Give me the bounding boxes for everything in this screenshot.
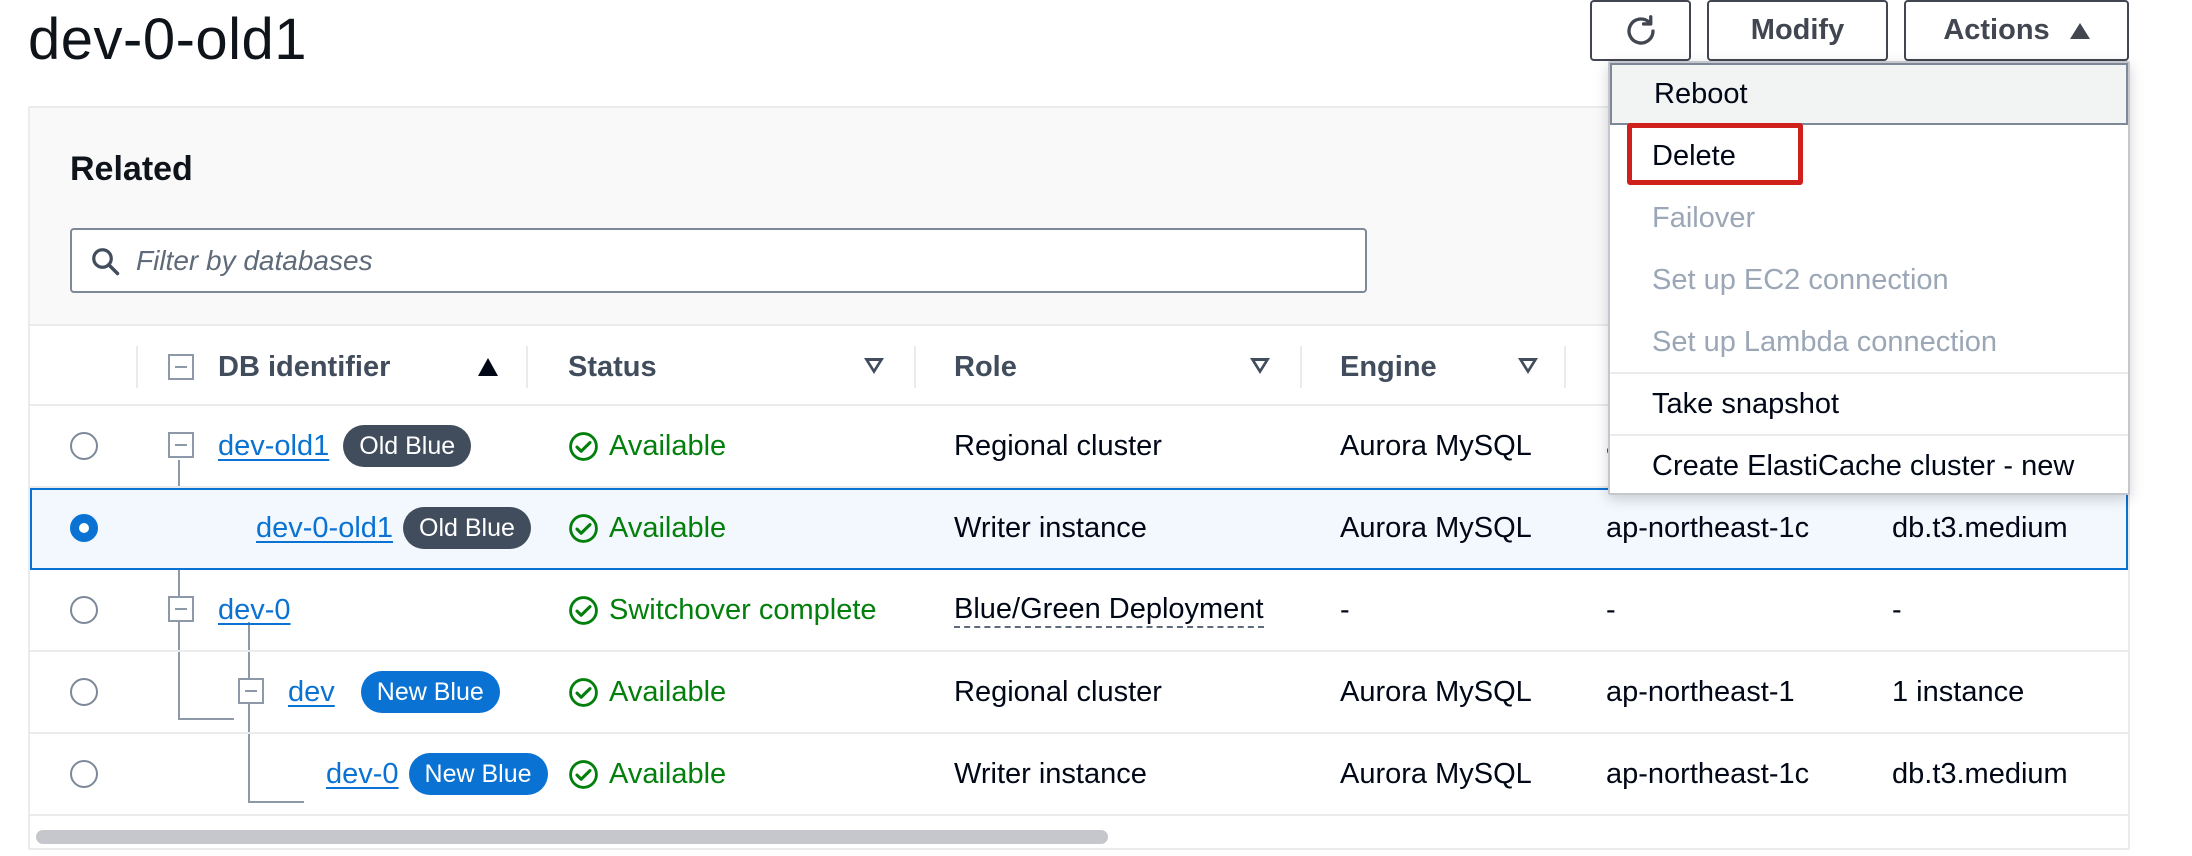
db-identifier-link[interactable]: dev-0 bbox=[218, 594, 291, 627]
delete-highlight-box bbox=[1627, 123, 1803, 185]
status-cell: Available bbox=[568, 652, 726, 732]
size-cell: db.t3.medium bbox=[1892, 757, 2068, 790]
status-text: Available bbox=[609, 429, 727, 462]
row-radio[interactable] bbox=[70, 596, 98, 624]
success-check-icon bbox=[569, 677, 598, 707]
region-cell: ap-northeast-1 bbox=[1606, 675, 1795, 708]
collapse-icon[interactable] bbox=[168, 596, 194, 622]
table-row[interactable]: dev-0 New Blue Available Writer instance… bbox=[30, 734, 2128, 816]
horizontal-scrollbar[interactable] bbox=[30, 826, 2128, 848]
status-badge: Old Blue bbox=[403, 507, 531, 549]
success-check-icon bbox=[569, 513, 598, 543]
region-cell: ap-northeast-1c bbox=[1606, 757, 1810, 790]
role-cell: Writer instance bbox=[954, 511, 1147, 544]
db-identifier-link[interactable]: dev-0-old1 bbox=[256, 512, 393, 545]
role-cell: Blue/Green Deployment bbox=[954, 570, 1264, 650]
collapse-all-icon[interactable] bbox=[168, 354, 194, 380]
table-row-selected[interactable]: dev-0-old1 Old Blue Available Writer ins… bbox=[30, 488, 2128, 570]
column-engine[interactable]: Engine bbox=[1340, 326, 1437, 408]
success-check-icon bbox=[569, 431, 598, 461]
related-title: Related bbox=[70, 150, 193, 188]
success-check-icon bbox=[569, 595, 598, 625]
column-db-identifier[interactable]: DB identifier bbox=[218, 326, 390, 408]
menu-item-lambda-connection: Set up Lambda connection bbox=[1652, 325, 1998, 358]
status-text: Available bbox=[609, 757, 727, 790]
sort-icon[interactable] bbox=[864, 358, 884, 374]
role-cell: Regional cluster bbox=[954, 675, 1162, 708]
size-cell: db.t3.medium bbox=[1892, 511, 2068, 544]
menu-item-reboot[interactable]: Reboot bbox=[1610, 63, 2128, 125]
size-cell: 1 instance bbox=[1892, 675, 2025, 708]
status-cell: Available bbox=[568, 488, 726, 568]
page-title: dev-0-old1 bbox=[28, 7, 308, 72]
engine-cell: Aurora MySQL bbox=[1340, 511, 1532, 544]
engine-cell: - bbox=[1340, 593, 1350, 626]
column-separator bbox=[1564, 346, 1566, 388]
sort-ascending-icon[interactable] bbox=[478, 358, 498, 376]
status-badge: New Blue bbox=[408, 753, 548, 795]
row-radio[interactable] bbox=[70, 432, 98, 460]
status-cell: Switchover complete bbox=[568, 570, 877, 650]
search-input[interactable] bbox=[136, 230, 1356, 291]
menu-item-ec2-connection: Set up EC2 connection bbox=[1652, 263, 1949, 296]
refresh-icon bbox=[1626, 14, 1655, 45]
success-check-icon bbox=[569, 759, 598, 789]
column-separator bbox=[526, 346, 528, 388]
status-text: Available bbox=[609, 511, 727, 544]
column-separator bbox=[136, 346, 138, 388]
column-status[interactable]: Status bbox=[568, 326, 657, 408]
region-cell: - bbox=[1606, 593, 1616, 626]
collapse-icon[interactable] bbox=[168, 432, 194, 458]
row-radio-selected[interactable] bbox=[70, 514, 98, 542]
modify-button[interactable]: Modify bbox=[1707, 0, 1888, 61]
region-cell: ap-northeast-1c bbox=[1606, 511, 1810, 544]
status-badge: Old Blue bbox=[343, 425, 472, 467]
menu-item-failover: Failover bbox=[1652, 201, 1756, 234]
search-icon bbox=[92, 248, 120, 276]
role-cell: Writer instance bbox=[954, 757, 1147, 790]
engine-cell: Aurora MySQL bbox=[1340, 757, 1532, 790]
db-identifier-link[interactable]: dev bbox=[288, 676, 335, 709]
refresh-button[interactable] bbox=[1590, 0, 1691, 61]
row-radio[interactable] bbox=[70, 760, 98, 788]
table-row[interactable]: dev New Blue Available Regional cluster … bbox=[30, 652, 2128, 734]
engine-cell: Aurora MySQL bbox=[1340, 675, 1532, 708]
role-cell: Regional cluster bbox=[954, 429, 1162, 462]
search-field[interactable] bbox=[70, 228, 1367, 293]
column-role[interactable]: Role bbox=[954, 326, 1017, 408]
actions-button[interactable]: Actions bbox=[1904, 0, 2129, 61]
actions-button-label: Actions bbox=[1943, 14, 2050, 46]
role-tooltip-trigger[interactable]: Blue/Green Deployment bbox=[954, 592, 1264, 628]
caret-up-icon bbox=[2069, 22, 2090, 39]
menu-item-take-snapshot[interactable]: Take snapshot bbox=[1610, 373, 2128, 435]
engine-cell: Aurora MySQL bbox=[1340, 429, 1532, 462]
column-separator bbox=[1300, 346, 1302, 388]
table-row[interactable]: dev-0 Switchover complete Blue/Green Dep… bbox=[30, 570, 2128, 652]
sort-icon[interactable] bbox=[1250, 358, 1270, 374]
status-text: Available bbox=[609, 675, 727, 708]
status-badge: New Blue bbox=[360, 671, 500, 713]
scrollbar-thumb[interactable] bbox=[36, 830, 1108, 844]
db-identifier-link[interactable]: dev-old1 bbox=[218, 430, 329, 463]
column-separator bbox=[914, 346, 916, 388]
sort-icon[interactable] bbox=[1518, 358, 1538, 374]
status-cell: Available bbox=[568, 734, 726, 814]
status-text: Switchover complete bbox=[609, 593, 877, 626]
db-identifier-link[interactable]: dev-0 bbox=[326, 758, 399, 791]
row-radio[interactable] bbox=[70, 678, 98, 706]
size-cell: - bbox=[1892, 593, 1902, 626]
collapse-icon[interactable] bbox=[238, 678, 264, 704]
menu-item-create-elasticache[interactable]: Create ElastiCache cluster - new bbox=[1610, 435, 2128, 497]
status-cell: Available bbox=[568, 406, 726, 486]
